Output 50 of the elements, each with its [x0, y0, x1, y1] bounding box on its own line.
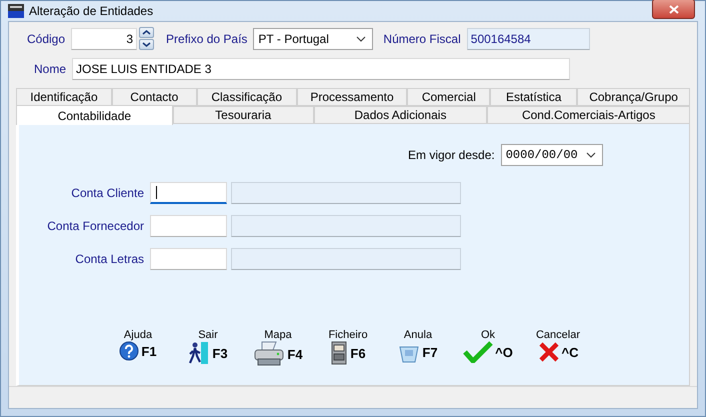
tab[interactable]: Processamento [296, 88, 408, 106]
tab[interactable]: Contacto [112, 88, 197, 106]
account-code-field[interactable] [150, 182, 227, 204]
chevron-down-icon [142, 42, 152, 47]
date-picker[interactable]: 0000/00/00 [500, 144, 603, 166]
window-title: Alteração de Entidades [29, 4, 154, 18]
valid-from-label: Em vigor desde: [408, 148, 495, 162]
account-label: Conta Fornecedor [46, 219, 144, 233]
cross-icon [538, 341, 560, 363]
spin-up-button[interactable] [139, 27, 154, 38]
close-button[interactable] [652, 0, 695, 19]
printer-icon [253, 341, 286, 367]
toolbar-button[interactable]: Cancelar ^C [523, 329, 593, 367]
toolbar-button[interactable]: Ok ^O [453, 329, 523, 367]
toolbar-button[interactable]: Ajuda F1 [103, 329, 173, 367]
toolbar-button[interactable]: Ficheiro F6 [313, 329, 383, 367]
tab[interactable]: Tesouraria [172, 106, 314, 124]
walking-person-door-icon [188, 341, 210, 365]
prefix-label: Prefixo do País [166, 32, 248, 46]
account-code-field[interactable] [150, 248, 227, 270]
chevron-up-icon [142, 30, 152, 35]
toolbar-button[interactable]: Mapa F4 [243, 329, 313, 367]
account-code-field[interactable] [150, 215, 227, 237]
chevron-down-icon [356, 36, 366, 42]
code-label: Código [27, 32, 66, 46]
tab[interactable]: Comercial [407, 88, 490, 106]
country-prefix-select[interactable]: PT - Portugal [253, 28, 374, 50]
tab[interactable]: Identificação [16, 88, 112, 106]
tab[interactable]: Cond.Comerciais-Artigos [487, 106, 690, 124]
tab[interactable]: Cobrança/Grupo [577, 88, 690, 106]
tab[interactable]: Estatística [490, 88, 578, 106]
tab[interactable]: Dados Adicionais [314, 106, 488, 124]
chevron-down-icon [586, 152, 596, 158]
tab[interactable]: Classificação [196, 88, 297, 106]
name-field[interactable]: JOSE LUIS ENTIDADE 3 [72, 58, 570, 80]
toolbar-button[interactable]: Sair F3 [173, 329, 243, 367]
help-icon [119, 341, 140, 361]
tax-number-field: 500164584 [466, 28, 590, 50]
app-icon [8, 4, 24, 18]
name-label: Nome [34, 62, 66, 76]
tax-number-label: Número Fiscal [383, 32, 461, 46]
file-cabinet-icon [330, 341, 348, 365]
close-icon [668, 4, 678, 14]
account-label: Conta Cliente [70, 186, 144, 200]
tab[interactable]: Contabilidade [16, 105, 173, 125]
code-field[interactable]: 3 [71, 28, 138, 50]
account-label: Conta Letras [74, 252, 144, 266]
check-icon [463, 341, 494, 363]
toolbar-button[interactable]: Anula F7 [383, 329, 453, 367]
spin-down-button[interactable] [139, 39, 154, 50]
